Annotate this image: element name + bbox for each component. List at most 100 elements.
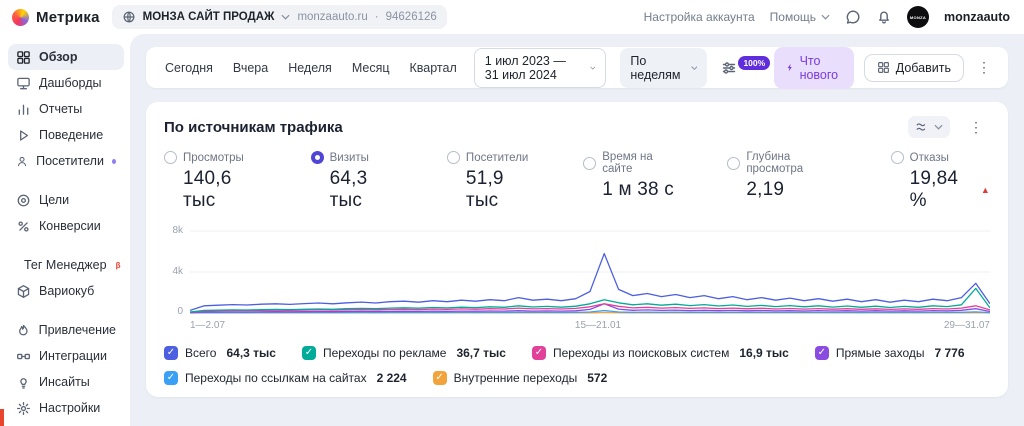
counter-separator: · xyxy=(374,11,379,23)
sidebar-item-overview[interactable]: Обзор xyxy=(8,44,124,70)
chart-x-axis: 1—2.07 15—21.01 29—31.07 xyxy=(190,320,990,333)
waves-icon xyxy=(916,123,926,131)
whats-new-button[interactable]: Что нового xyxy=(774,46,854,89)
metric-value: 19,84 % ▲ xyxy=(909,168,991,211)
metric-label: Глубина просмотра xyxy=(746,151,804,175)
range-month[interactable]: Месяц xyxy=(343,55,399,81)
sidebar-item-insights[interactable]: Инсайты xyxy=(8,369,124,395)
sidebar-item-label: Отчеты xyxy=(39,102,83,116)
radio-icon xyxy=(583,156,597,170)
chart-settings-control[interactable] xyxy=(908,116,950,138)
metric-label: Время на сайте xyxy=(602,151,653,175)
sliders-icon xyxy=(723,61,736,74)
date-toolbar: Сегодня Вчера Неделя Месяц Квартал 1 июл… xyxy=(146,46,1008,89)
range-yesterday[interactable]: Вчера xyxy=(224,55,277,81)
widget-kebab-menu[interactable]: ⋮ xyxy=(962,119,990,136)
main-content: Сегодня Вчера Неделя Месяц Квартал 1 июл… xyxy=(130,34,1024,426)
legend-item-total[interactable]: ✓ Всего 64,3 тыс xyxy=(164,346,276,360)
cube-icon xyxy=(17,284,30,298)
sidebar-item-settings[interactable]: Настройки xyxy=(8,395,124,421)
trend-up-icon: ▲ xyxy=(980,185,991,195)
metric-views[interactable]: Просмотры 140,6 тыс xyxy=(164,151,265,212)
legend-item-direct[interactable]: ✓ Прямые заходы 7 776 xyxy=(814,346,965,360)
sidebar-item-reports[interactable]: Отчеты xyxy=(8,96,124,122)
metric-value: 2,19 xyxy=(746,179,785,200)
help-menu[interactable]: Помощь xyxy=(770,10,830,24)
metric-bounce-rate[interactable]: Отказы 19,84 % ▲ xyxy=(890,151,991,212)
legend-value: 64,3 тыс xyxy=(226,346,276,360)
monitor-icon xyxy=(17,77,30,89)
radio-icon xyxy=(727,156,741,170)
metrica-logo-icon xyxy=(12,8,29,26)
radio-icon xyxy=(164,151,177,164)
legend-value: 572 xyxy=(587,371,608,385)
metric-label: Визиты xyxy=(329,151,369,164)
gear-icon xyxy=(17,401,30,415)
grid-icon xyxy=(17,50,30,64)
chat-icon[interactable] xyxy=(845,9,861,25)
metric-time-on-site[interactable]: Время на сайте 1 м 38 с xyxy=(583,151,681,212)
sidebar-item-label: Интеграции xyxy=(39,349,108,363)
sidebar-item-label: Привлечение xyxy=(38,323,116,337)
legend-item-ads[interactable]: ✓ Переходы по рекламе 36,7 тыс xyxy=(301,346,506,360)
counter-selector[interactable]: МОНЗА САЙТ ПРОДАЖ monzaauto.ru · 9462612… xyxy=(111,5,447,29)
radio-icon xyxy=(446,151,460,164)
sidebar-item-dashboards[interactable]: Дашборды xyxy=(8,70,124,96)
range-week[interactable]: Неделя xyxy=(279,55,341,81)
bell-icon[interactable] xyxy=(876,9,892,25)
counter-domain: monzaauto.ru xyxy=(297,11,368,23)
chevron-down-icon xyxy=(821,14,830,20)
legend-label: Внутренние переходы xyxy=(453,371,578,385)
sidebar-item-conversions[interactable]: Конверсии xyxy=(8,213,124,239)
user-name[interactable]: monzaauto xyxy=(944,10,1010,24)
metric-label: Просмотры xyxy=(183,151,244,164)
add-widget-button[interactable]: Добавить xyxy=(863,53,964,82)
legend-value: 36,7 тыс xyxy=(456,346,506,360)
help-label: Помощь xyxy=(769,10,817,24)
sidebar-item-label: Конверсии xyxy=(39,219,101,233)
metric-visitors[interactable]: Посетители 51,9 тыс xyxy=(446,151,537,212)
traffic-sources-widget: По источникам трафика ⋮ Просмотры 140,6 … xyxy=(146,102,1008,397)
sidebar-item-goals[interactable]: Цели xyxy=(8,187,124,213)
chart-plot-area[interactable] xyxy=(190,225,990,317)
metric-visits[interactable]: Визиты 64,3 тыс xyxy=(310,151,401,212)
sidebar-item-acquisition[interactable]: Привлечение xyxy=(8,317,124,343)
metric-depth[interactable]: Глубина просмотра 2,19 xyxy=(727,151,844,212)
visitors-live-dot xyxy=(111,158,116,164)
sampling-control[interactable]: 100% xyxy=(721,55,771,76)
date-range-picker[interactable]: 1 июл 2023 — 31 июл 2024 xyxy=(473,47,607,88)
counter-name: МОНЗА САЙТ ПРОДАЖ xyxy=(142,11,275,23)
chart-block: 8k 4k 0 xyxy=(164,225,990,317)
legend-item-search[interactable]: ✓ Переходы из поисковых систем 16,9 тыс xyxy=(531,346,789,360)
legend-item-internal[interactable]: ✓ Внутренние переходы 572 xyxy=(432,371,608,385)
sidebar-item-label: Тег Менеджер xyxy=(24,258,107,272)
range-today[interactable]: Сегодня xyxy=(156,55,222,81)
bulb-icon xyxy=(20,377,27,389)
bar-chart-icon xyxy=(18,104,29,115)
sidebar-item-label: Посетители xyxy=(36,154,104,168)
sidebar-item-behavior[interactable]: Поведение xyxy=(8,122,124,148)
grouping-select[interactable]: По неделям xyxy=(620,47,708,88)
app-name: Метрика xyxy=(36,8,100,26)
sidebar-item-label: Инсайты xyxy=(39,375,90,389)
beta-badge: β xyxy=(115,260,121,270)
sidebar-item-tag-manager[interactable]: Тег Менеджер β xyxy=(8,252,124,278)
legend-item-site-links[interactable]: ✓ Переходы по ссылкам на сайтах 2 224 xyxy=(164,371,407,385)
date-range-value: 1 июл 2023 — 31 июл 2024 xyxy=(484,53,566,82)
sidebar-item-label: Поведение xyxy=(39,128,104,142)
avatar[interactable]: MONZA xyxy=(907,6,930,28)
sidebar-item-variocube[interactable]: Вариокуб xyxy=(8,278,124,304)
counter-id: 94626126 xyxy=(385,11,437,23)
account-settings-link[interactable]: Настройка аккаунта xyxy=(644,10,755,24)
metric-value: 1 м 38 с xyxy=(602,179,674,200)
legend-label: Всего xyxy=(185,346,217,360)
grid-plus-icon xyxy=(877,62,889,73)
range-quarter[interactable]: Квартал xyxy=(401,55,466,81)
sidebar-item-visitors[interactable]: Посетители xyxy=(8,148,124,174)
sidebar-item-integrations[interactable]: Интеграции xyxy=(8,343,124,369)
traffic-chart-svg xyxy=(190,230,990,314)
target-icon xyxy=(17,194,30,206)
toolbar-kebab-menu[interactable]: ⋮ xyxy=(970,59,998,76)
checkbox-icon: ✓ xyxy=(301,346,316,360)
x-tick: 1—2.07 xyxy=(190,320,226,331)
